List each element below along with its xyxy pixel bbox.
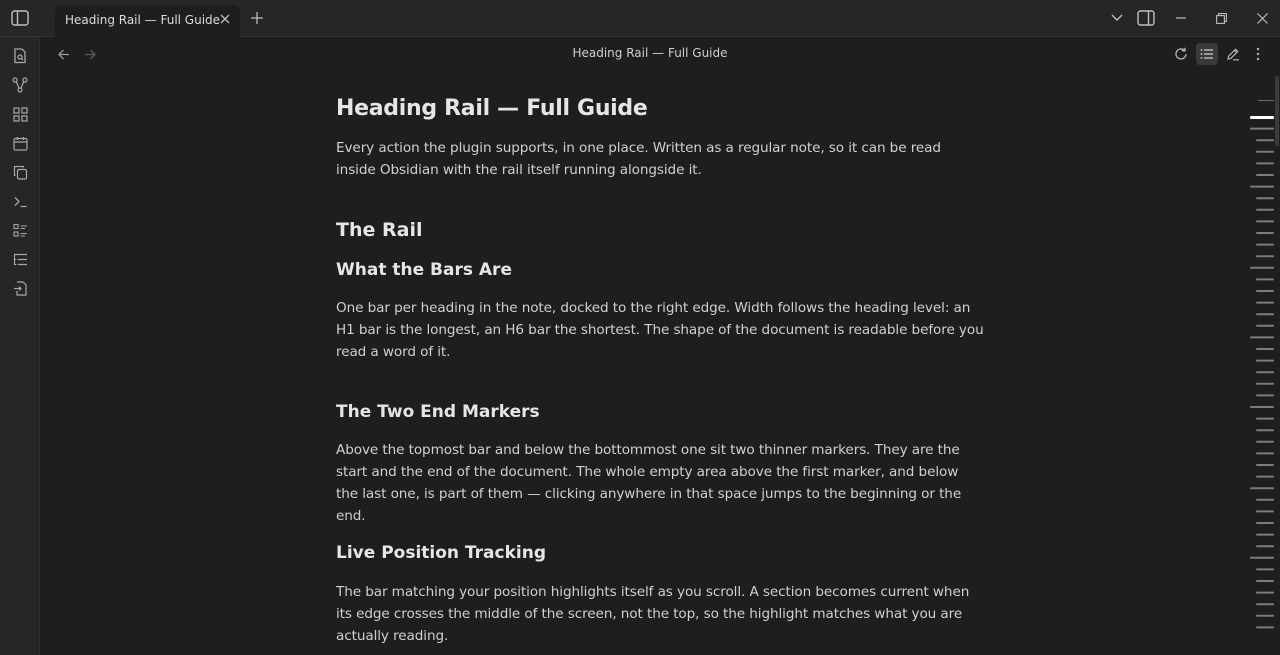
rail-heading-bar[interactable] — [1256, 243, 1274, 246]
rail-heading-bar[interactable] — [1256, 301, 1274, 304]
sidebar-toggle-icon[interactable] — [6, 6, 34, 30]
rail-heading-bar[interactable] — [1256, 162, 1274, 165]
left-ribbon — [0, 37, 40, 655]
rail-heading-bar[interactable] — [1256, 464, 1274, 466]
rail-heading-bar[interactable] — [1250, 406, 1274, 408]
heading-two-end-markers: The Two End Markers — [336, 402, 540, 422]
rail-heading-bar[interactable] — [1256, 475, 1274, 478]
rail-heading-bar[interactable] — [1256, 348, 1274, 350]
heading-rail[interactable] — [1240, 76, 1280, 655]
intro-paragraph: Every action the plugin supports, in one… — [336, 140, 941, 178]
rail-heading-bar[interactable] — [1256, 533, 1274, 536]
rail-heading-bar[interactable] — [1256, 290, 1274, 292]
back-arrow-icon[interactable] — [54, 44, 74, 64]
rail-heading-bar[interactable] — [1250, 487, 1274, 490]
heading-live-position-tracking: Live Position Tracking — [336, 543, 546, 563]
calendar-icon[interactable] — [10, 133, 30, 153]
rail-heading-bar[interactable] — [1256, 208, 1274, 211]
rail-heading-bar[interactable] — [1256, 452, 1274, 455]
file-search-icon[interactable] — [10, 46, 30, 66]
rail-heading-bar[interactable] — [1256, 603, 1274, 606]
rail-heading-bar[interactable] — [1256, 626, 1274, 629]
rail-heading-bar[interactable] — [1256, 139, 1274, 142]
rail-heading-bar[interactable] — [1256, 510, 1274, 513]
rail-heading-bar[interactable] — [1256, 394, 1274, 397]
rail-heading-bar[interactable] — [1256, 382, 1274, 385]
import-icon[interactable] — [10, 278, 30, 298]
plus-icon[interactable] — [247, 8, 267, 28]
rail-heading-bar[interactable] — [1256, 417, 1274, 420]
tab-active[interactable]: Heading Rail — Full Guide — [55, 5, 240, 37]
rail-heading-bar[interactable] — [1256, 324, 1274, 327]
minimize-icon[interactable] — [1169, 6, 1193, 30]
rail-heading-bar[interactable] — [1256, 197, 1274, 200]
outline-icon[interactable] — [10, 249, 30, 269]
tracking-paragraph: The bar matching your position highlight… — [336, 584, 970, 644]
rail-heading-bar[interactable] — [1256, 498, 1274, 501]
heading-the-rail: The Rail — [336, 219, 423, 241]
rail-heading-bar[interactable] — [1256, 580, 1274, 582]
list-view-icon[interactable] — [1196, 43, 1218, 65]
rail-heading-bar[interactable] — [1256, 278, 1274, 281]
rail-heading-bar[interactable] — [1256, 359, 1274, 362]
rail-heading-bar[interactable] — [1256, 522, 1274, 524]
close-icon[interactable] — [217, 11, 233, 27]
edit-pencil-icon[interactable] — [1222, 43, 1244, 65]
rail-heading-bar[interactable] — [1250, 185, 1274, 188]
right-sidebar-icon[interactable] — [1134, 6, 1158, 30]
end-markers-paragraph: Above the topmost bar and below the bott… — [336, 442, 962, 524]
heading-what-the-bars-are: What the Bars Are — [336, 260, 512, 280]
graph-icon[interactable] — [10, 75, 30, 95]
refresh-icon[interactable] — [1170, 43, 1192, 65]
bars-paragraph: One bar per heading in the note, docked … — [336, 300, 984, 360]
rail-heading-bar[interactable] — [1256, 232, 1274, 234]
rail-start-marker[interactable] — [1258, 100, 1274, 101]
forward-arrow-icon[interactable] — [80, 44, 100, 64]
title-bar: Heading Rail — Full Guide — [0, 0, 1280, 37]
window-close-icon[interactable] — [1250, 6, 1274, 30]
rail-heading-bar[interactable] — [1256, 174, 1274, 176]
chevron-down-icon[interactable] — [1105, 6, 1129, 30]
rail-heading-bar[interactable] — [1256, 371, 1274, 374]
rail-heading-bar[interactable] — [1256, 429, 1274, 432]
rail-heading-bar[interactable] — [1256, 150, 1274, 153]
rail-heading-bar[interactable] — [1256, 313, 1274, 316]
tab-title: Heading Rail — Full Guide — [65, 13, 221, 27]
rail-heading-bar[interactable] — [1250, 266, 1274, 269]
rail-heading-bar[interactable] — [1256, 614, 1274, 617]
note-title: Heading Rail — Full Guide — [336, 96, 648, 121]
rail-heading-bar[interactable] — [1256, 591, 1274, 594]
heading-rail-bars — [1250, 100, 1274, 629]
grid-icon[interactable] — [10, 104, 30, 124]
terminal-icon[interactable] — [10, 191, 30, 211]
restore-icon[interactable] — [1209, 6, 1233, 30]
rail-heading-bar[interactable] — [1250, 336, 1274, 339]
view-title[interactable]: Heading Rail — Full Guide — [450, 46, 850, 60]
more-options-icon[interactable] — [1247, 43, 1269, 65]
rail-heading-bar[interactable] — [1256, 255, 1274, 258]
rail-heading-bar[interactable] — [1250, 116, 1274, 119]
rail-heading-bar[interactable] — [1256, 220, 1274, 223]
copy-icon[interactable] — [10, 162, 30, 182]
rail-heading-bar[interactable] — [1250, 127, 1274, 130]
rail-heading-bar[interactable] — [1256, 440, 1274, 443]
rail-heading-bar[interactable] — [1256, 568, 1274, 571]
rail-heading-bar[interactable] — [1256, 545, 1274, 548]
checklist-icon[interactable] — [10, 220, 30, 240]
rail-heading-bar[interactable] — [1250, 556, 1274, 559]
